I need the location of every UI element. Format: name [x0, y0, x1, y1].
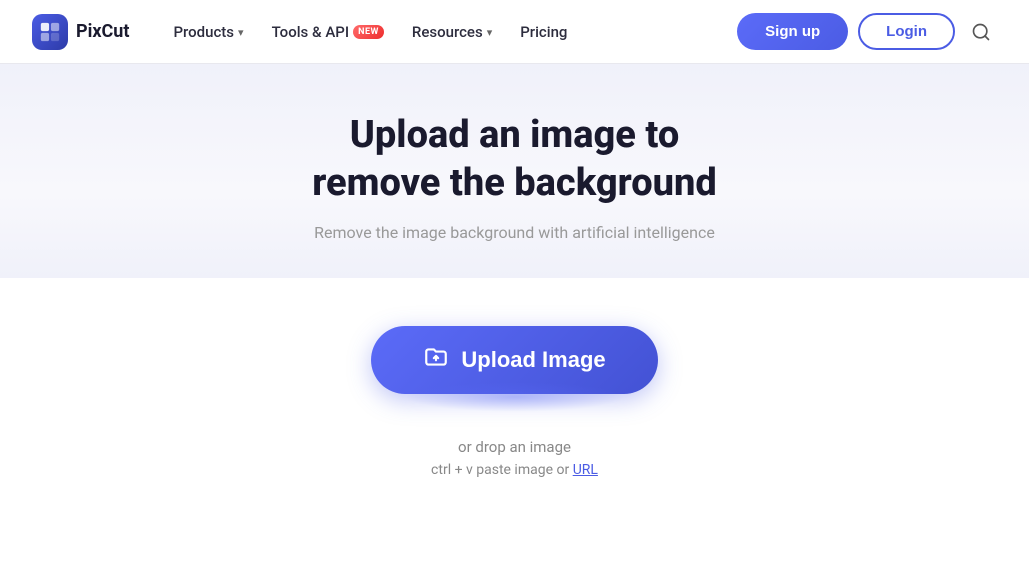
url-link[interactable]: URL	[573, 462, 598, 478]
nav-item-products[interactable]: Products ▾	[161, 15, 255, 49]
hero-title: Upload an image to remove the background	[32, 112, 997, 207]
chevron-down-icon-2: ▾	[487, 26, 493, 39]
search-icon	[971, 22, 991, 42]
nav-links: Products ▾ Tools & API NEW Resources ▾ P…	[161, 15, 737, 49]
upload-section: Upload Image or drop an image ctrl + v p…	[0, 278, 1029, 518]
nav-item-resources[interactable]: Resources ▾	[400, 15, 504, 49]
upload-button-label: Upload Image	[461, 347, 605, 373]
logo-icon	[32, 14, 68, 50]
navbar: PixCut Products ▾ Tools & API NEW Resour…	[0, 0, 1029, 64]
nav-label-pricing: Pricing	[520, 23, 567, 41]
hero-subtitle: Remove the image background with artific…	[32, 223, 997, 242]
search-button[interactable]	[965, 16, 997, 48]
nav-label-resources: Resources	[412, 23, 483, 41]
folder-upload-icon	[423, 344, 449, 370]
nav-actions: Sign up Login	[737, 13, 997, 50]
logo-link[interactable]: PixCut	[32, 14, 129, 50]
login-button[interactable]: Login	[858, 13, 955, 50]
nav-label-tools-api: Tools & API	[272, 23, 350, 41]
paste-prefix: ctrl + v paste image or	[431, 462, 573, 478]
hero-title-line1: Upload an image to	[350, 113, 680, 157]
drop-text: or drop an image	[458, 438, 571, 456]
new-badge: NEW	[353, 25, 384, 39]
nav-label-products: Products	[173, 23, 234, 41]
logo-text: PixCut	[76, 21, 129, 42]
nav-item-pricing[interactable]: Pricing	[508, 15, 579, 49]
upload-button[interactable]: Upload Image	[371, 326, 657, 394]
hero-section: Upload an image to remove the background…	[0, 64, 1029, 278]
signup-button[interactable]: Sign up	[737, 13, 848, 50]
paste-text: ctrl + v paste image or URL	[431, 462, 598, 478]
chevron-down-icon: ▾	[238, 26, 244, 39]
upload-icon	[423, 344, 449, 376]
nav-item-tools-api[interactable]: Tools & API NEW	[260, 15, 396, 49]
hero-title-line2: remove the background	[312, 161, 717, 205]
upload-btn-wrapper: Upload Image	[371, 326, 657, 394]
